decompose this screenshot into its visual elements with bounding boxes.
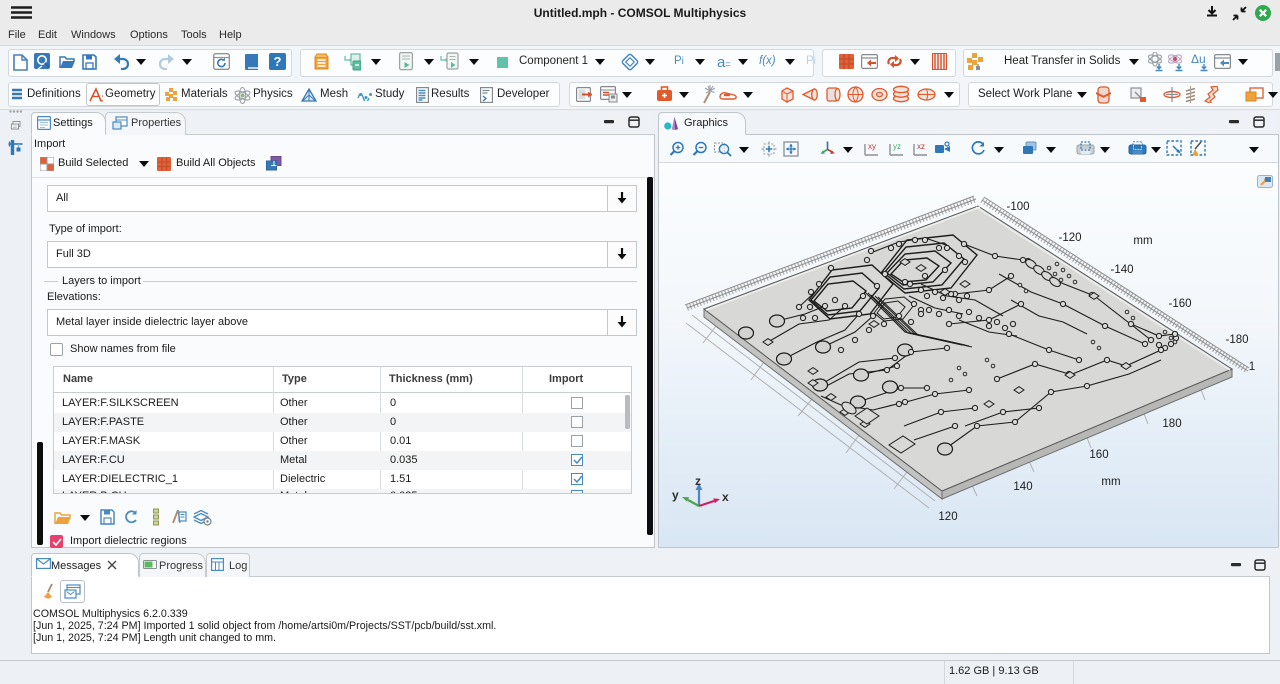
svg-text:y: y [672, 488, 679, 502]
svg-text:xy: xy [868, 142, 876, 151]
svg-text:160: 160 [1089, 449, 1108, 461]
svg-text:mm: mm [1101, 476, 1120, 488]
svg-text:-180: -180 [1225, 334, 1248, 346]
svg-text:-100: -100 [1006, 201, 1029, 213]
svg-text:x: x [722, 490, 729, 504]
svg-text:mm: mm [1133, 235, 1152, 247]
svg-text:?: ? [274, 54, 282, 69]
svg-text:-120: -120 [1058, 232, 1081, 244]
svg-text:140: 140 [1013, 481, 1032, 493]
svg-text:-160: -160 [1168, 298, 1191, 310]
svg-text:z: z [695, 474, 701, 488]
svg-text:Δu: Δu [1191, 52, 1206, 66]
svg-text:-140: -140 [1110, 264, 1133, 276]
svg-text:120: 120 [938, 511, 957, 523]
svg-text:xz: xz [917, 142, 925, 151]
svg-text:180: 180 [1162, 418, 1181, 430]
svg-text:yz: yz [893, 142, 901, 151]
svg-text:1: 1 [1249, 361, 1255, 373]
